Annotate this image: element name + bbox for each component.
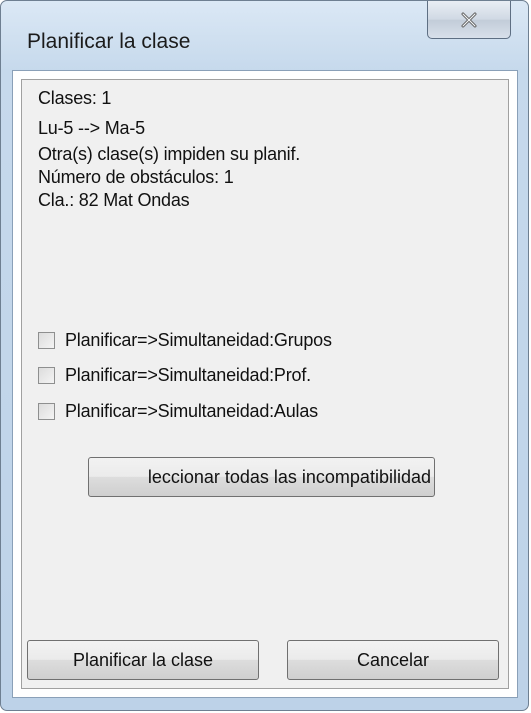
option-grupos-label: Planificar=>Simultaneidad:Grupos <box>65 329 332 350</box>
option-grupos[interactable]: Planificar=>Simultaneidad:Grupos <box>38 329 332 351</box>
checkbox-prof[interactable] <box>38 366 55 384</box>
obstacles-count-text: Número de obstáculos: 1 <box>38 167 234 187</box>
option-aulas[interactable]: Planificar=>Simultaneidad:Aulas <box>38 400 318 422</box>
move-text: Lu-5 --> Ma-5 <box>38 118 145 138</box>
blocking-text: Otra(s) clase(s) impiden su planif. <box>38 144 301 164</box>
checkbox-grupos[interactable] <box>38 331 55 349</box>
close-button[interactable] <box>427 1 511 39</box>
option-prof[interactable]: Planificar=>Simultaneidad:Prof. <box>38 364 311 386</box>
select-all-incompatibilities-button[interactable]: leccionar todas las incompatibilidad <box>88 457 435 497</box>
class-detail-text: Cla.: 82 Mat Ondas <box>38 190 190 210</box>
checkbox-aulas[interactable] <box>38 402 55 420</box>
dialog-window: Planificar la clase Clases: 1 Lu-5 --> M… <box>0 0 529 711</box>
option-aulas-label: Planificar=>Simultaneidad:Aulas <box>65 400 318 421</box>
cancel-button[interactable]: Cancelar <box>287 640 499 680</box>
plan-class-button[interactable]: Planificar la clase <box>27 640 259 680</box>
option-prof-label: Planificar=>Simultaneidad:Prof. <box>65 364 311 385</box>
dialog-client-area: Clases: 1 Lu-5 --> Ma-5 Otra(s) clase(s)… <box>12 70 518 698</box>
close-x-icon <box>460 12 478 28</box>
classes-count-text: Clases: 1 <box>38 88 112 108</box>
dialog-title: Planificar la clase <box>27 30 191 53</box>
content-pane: Clases: 1 Lu-5 --> Ma-5 Otra(s) clase(s)… <box>21 79 509 689</box>
